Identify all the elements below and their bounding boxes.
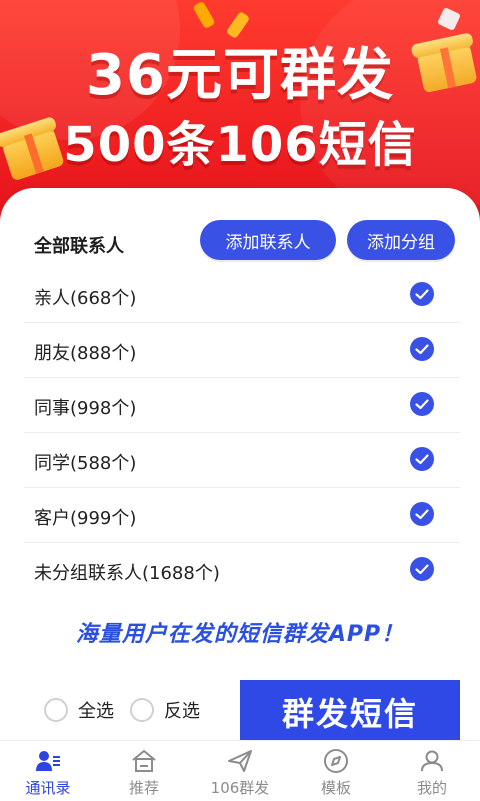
select-all-label: 全选 — [78, 701, 114, 722]
group-label: 客户(999个) — [34, 508, 137, 529]
send-sms-button[interactable]: 群发短信 — [240, 680, 460, 744]
check-icon[interactable] — [410, 392, 434, 416]
add-group-button[interactable]: 添加分组 — [347, 220, 455, 260]
select-all-option[interactable]: 全选 — [44, 694, 114, 726]
radio-button[interactable] — [130, 698, 154, 722]
user-icon — [421, 750, 443, 772]
send-icon — [228, 750, 252, 772]
selection-controls: 全选 反选 — [38, 694, 228, 730]
invert-select-option[interactable]: 反选 — [130, 694, 200, 726]
nav-label: 通讯录 — [25, 779, 71, 797]
group-label: 朋友(888个) — [34, 343, 137, 364]
group-list: 亲人(668个) 朋友(888个) 同事(998个) 同学(588个) 客户(9… — [24, 268, 460, 597]
confetti-decoration — [443, 38, 459, 54]
group-label: 同学(588个) — [34, 453, 137, 474]
promo-headline-2: 500条106短信 — [63, 117, 417, 173]
bottom-nav: 通讯录 推荐 106群发 模板 我的 — [0, 740, 480, 801]
compass-icon — [324, 749, 348, 773]
nav-item-templates[interactable]: 模板 — [288, 741, 384, 801]
group-label: 未分组联系人(1688个) — [34, 563, 220, 584]
group-row[interactable]: 亲人(668个) — [24, 268, 460, 323]
nav-item-recommend[interactable]: 推荐 — [96, 741, 192, 801]
check-icon[interactable] — [410, 557, 434, 581]
contacts-icon — [36, 751, 60, 771]
nav-item-106-send[interactable]: 106群发 — [192, 741, 288, 801]
group-row[interactable]: 同学(588个) — [24, 433, 460, 488]
confetti-decoration — [192, 0, 216, 30]
check-icon[interactable] — [410, 502, 434, 526]
nav-item-contacts[interactable]: 通讯录 — [0, 741, 96, 801]
group-label: 同事(998个) — [34, 398, 137, 419]
tagline: 海量用户在发的短信群发APP！ — [75, 622, 405, 647]
check-icon[interactable] — [410, 337, 434, 361]
radio-button[interactable] — [44, 698, 68, 722]
group-row[interactable]: 朋友(888个) — [24, 323, 460, 378]
contacts-header: 全部联系人 添加联系人 添加分组 — [24, 220, 464, 264]
gift-box-icon — [410, 32, 478, 94]
confetti-decoration — [437, 7, 461, 31]
home-icon — [132, 749, 156, 772]
nav-label: 我的 — [416, 779, 447, 797]
nav-label: 106群发 — [210, 779, 270, 797]
nav-item-me[interactable]: 我的 — [384, 741, 480, 801]
all-contacts-title: 全部联系人 — [34, 236, 124, 257]
check-icon[interactable] — [410, 447, 434, 471]
invert-select-label: 反选 — [164, 701, 200, 722]
group-row[interactable]: 同事(998个) — [24, 378, 460, 433]
nav-label: 模板 — [320, 779, 351, 797]
check-icon[interactable] — [410, 282, 434, 306]
group-row[interactable]: 客户(999个) — [24, 488, 460, 543]
group-label: 亲人(668个) — [34, 288, 137, 309]
promo-headline-1: 36元可群发 — [86, 43, 394, 108]
group-row[interactable]: 未分组联系人(1688个) — [24, 543, 460, 597]
nav-label: 推荐 — [128, 779, 159, 797]
add-contact-button[interactable]: 添加联系人 — [200, 220, 336, 260]
